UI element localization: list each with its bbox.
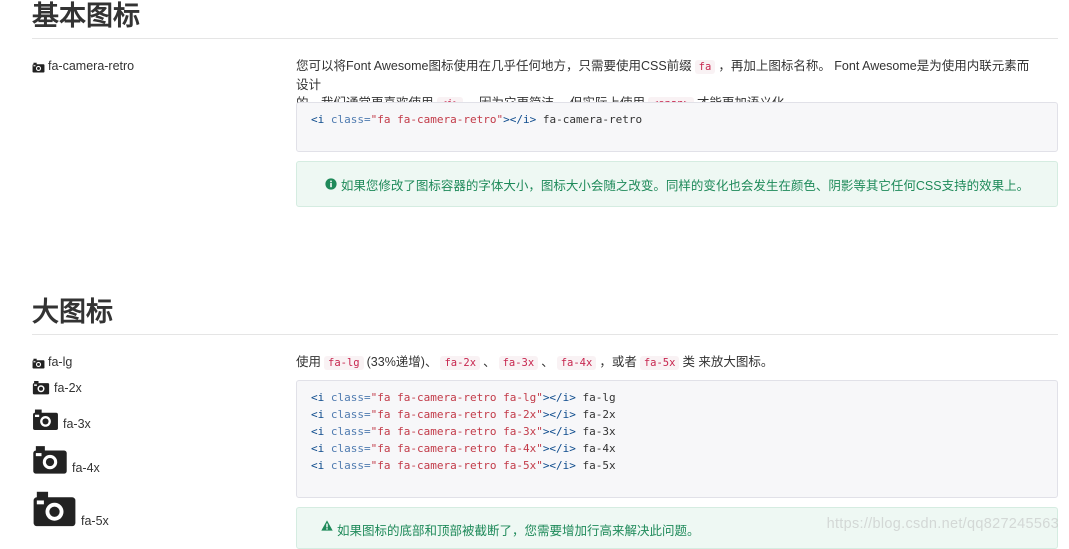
code-string: "fa fa-camera-retro fa-2x" xyxy=(370,408,543,421)
inline-code-fa-3x: fa-3x xyxy=(498,356,539,370)
code-text: fa-4x xyxy=(575,442,616,455)
watermark: https://blog.csdn.net/qq827245563 xyxy=(826,516,1059,532)
code-attr: class= xyxy=(330,425,371,438)
code-tag: <i xyxy=(311,408,331,421)
code-attr: class= xyxy=(330,391,371,404)
code-block-large: <i class="fa fa-camera-retro fa-lg"></i>… xyxy=(296,380,1058,498)
section-title-basic-icons: 基本图标 xyxy=(32,1,140,32)
warning-triangle-icon xyxy=(321,520,333,531)
code-attr: class= xyxy=(330,113,371,126)
code-tag: <i xyxy=(311,425,331,438)
icon-example-3x: fa-3x xyxy=(32,408,91,431)
code-string: "fa fa-camera-retro fa-4x" xyxy=(370,442,543,455)
code-text: fa-5x xyxy=(575,459,616,472)
inline-code-fa-lg: fa-lg xyxy=(324,356,364,370)
icon-label: fa-3x xyxy=(63,417,91,431)
alert-text: 如果您修改了图标容器的字体大小，图标大小会随之改变。同样的变化也会发生在颜色、阴… xyxy=(340,178,1030,193)
icon-example-4x: fa-4x xyxy=(32,444,100,475)
inline-code-fa-2x: fa-2x xyxy=(440,356,481,370)
code-text: fa-2x xyxy=(575,408,616,421)
code-block-basic: <i class="fa fa-camera-retro"></i> fa-ca… xyxy=(296,102,1058,152)
code-tag: ></i> xyxy=(542,408,576,421)
camera-retro-icon xyxy=(33,446,67,474)
alert-text: 如果图标的底部和顶部被截断了，您需要增加行高来解决此问题。 xyxy=(337,524,700,538)
camera-retro-icon xyxy=(32,381,50,395)
icon-example-lg: fa-lg xyxy=(32,355,72,369)
code-text: fa-3x xyxy=(575,425,616,438)
camera-retro-icon xyxy=(33,491,76,527)
code-attr: class= xyxy=(330,408,371,421)
camera-retro-icon xyxy=(33,409,58,431)
icon-label: fa-4x xyxy=(72,461,100,475)
icon-label: fa-5x xyxy=(81,514,109,528)
large-description: 使用 fa-lg (33%递增)、 fa-2x、 fa-3x、 fa-4x ，或者 fa-5x… xyxy=(296,353,1041,372)
inline-code-fa: fa xyxy=(694,60,716,74)
code-tag: ></i> xyxy=(542,391,576,404)
code-string: "fa fa-camera-retro fa-3x" xyxy=(370,425,543,438)
code-tag: ></i> xyxy=(542,442,576,455)
inline-code-fa-4x: fa-4x xyxy=(556,356,597,370)
icon-example-5x: fa-5x xyxy=(32,489,109,528)
code-line: <i class="fa fa-camera-retro fa-3x"></i>… xyxy=(311,423,1043,440)
camera-retro-icon xyxy=(32,62,45,73)
code-line: <i class="fa fa-camera-retro fa-5x"></i>… xyxy=(311,457,1043,474)
info-circle-icon xyxy=(325,178,337,190)
icon-label: fa-lg xyxy=(48,355,73,369)
desc-text: 使用 xyxy=(296,355,322,369)
code-line: <i class="fa fa-camera-retro fa-4x"></i>… xyxy=(311,440,1043,457)
desc-text: 类 来放大图标。 xyxy=(682,355,774,369)
code-string: "fa fa-camera-retro fa-5x" xyxy=(370,459,543,472)
icon-example-basic: fa-camera-retro xyxy=(32,59,134,73)
desc-text: ，或者 xyxy=(599,355,637,369)
code-line: <i class="fa fa-camera-retro fa-lg"></i>… xyxy=(311,389,1043,406)
code-tag: ></i> xyxy=(503,113,537,126)
code-tag: ></i> xyxy=(542,459,576,472)
desc-text: 、 xyxy=(483,355,496,369)
code-attr: class= xyxy=(330,459,371,472)
desc-text: (33%递增)、 xyxy=(366,355,438,369)
section-divider xyxy=(32,334,1058,335)
icon-label: fa-2x xyxy=(54,381,82,395)
code-line: <i class="fa fa-camera-retro fa-2x"></i>… xyxy=(311,406,1043,423)
desc-text: 您可以将Font Awesome图标使用在几乎任何地方，只需要使用CSS前缀 xyxy=(296,59,692,73)
code-attr: class= xyxy=(330,442,371,455)
code-tag: <i xyxy=(311,113,331,126)
inline-code-fa-5x: fa-5x xyxy=(639,356,680,370)
code-tag: <i xyxy=(311,442,331,455)
code-string: "fa fa-camera-retro" xyxy=(370,113,504,126)
code-string: "fa fa-camera-retro fa-lg" xyxy=(370,391,543,404)
section-title-large-icons: 大图标 xyxy=(32,297,113,328)
code-tag: <i xyxy=(311,391,331,404)
code-tag: ></i> xyxy=(542,425,576,438)
code-tag: <i xyxy=(311,459,331,472)
code-text: fa-lg xyxy=(575,391,616,404)
icon-example-2x: fa-2x xyxy=(32,380,82,395)
desc-text: 、 xyxy=(541,355,554,369)
camera-retro-icon xyxy=(32,358,45,369)
section-divider xyxy=(32,38,1058,39)
icon-label: fa-camera-retro xyxy=(48,59,135,73)
code-text: fa-camera-retro xyxy=(536,113,643,126)
info-alert: 如果您修改了图标容器的字体大小，图标大小会随之改变。同样的变化也会发生在颜色、阴… xyxy=(296,161,1058,207)
